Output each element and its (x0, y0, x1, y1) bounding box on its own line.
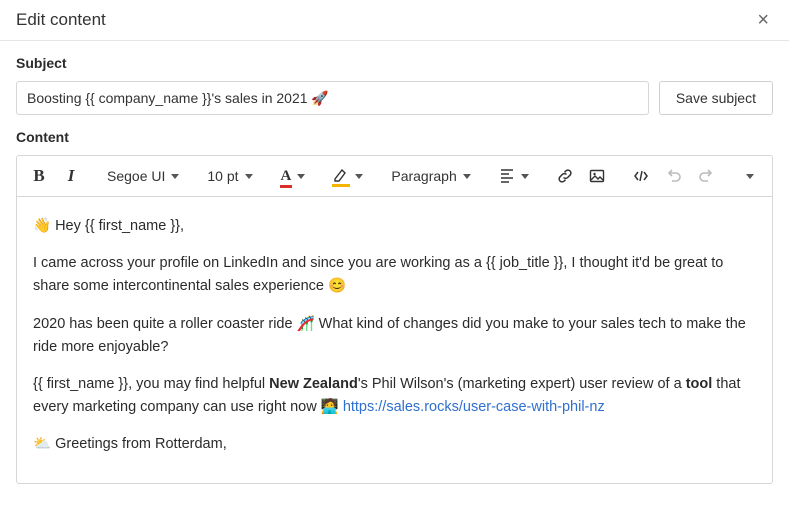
font-size-value: 10 pt (207, 168, 238, 184)
undo-button[interactable] (660, 162, 688, 190)
body-bold: tool (686, 376, 713, 392)
block-format-dropdown[interactable]: Paragraph (385, 162, 476, 190)
image-icon (589, 168, 605, 184)
align-dropdown[interactable] (493, 162, 535, 190)
image-button[interactable] (583, 162, 611, 190)
body-text: 's Phil Wilson's (marketing expert) user… (358, 376, 686, 392)
link-icon (557, 168, 573, 184)
editor-body[interactable]: 👋 Hey {{ first_name }}, I came across yo… (17, 197, 772, 483)
body-paragraph: ⛅ Greetings from Rotterdam, (33, 433, 756, 456)
body-paragraph: 👋 Hey {{ first_name }}, (33, 215, 756, 238)
subject-label: Subject (0, 41, 789, 81)
redo-icon (698, 168, 714, 184)
content-label: Content (0, 115, 789, 155)
redo-button[interactable] (692, 162, 720, 190)
highlight-color-dropdown[interactable] (327, 162, 369, 190)
modal-title: Edit content (16, 10, 106, 30)
bold-button[interactable]: B (25, 162, 53, 190)
subject-row: Save subject (0, 81, 789, 115)
font-family-dropdown[interactable]: Segoe UI (101, 162, 185, 190)
chevron-down-icon (355, 174, 363, 179)
body-paragraph: 2020 has been quite a roller coaster rid… (33, 313, 756, 359)
modal-header: Edit content × (0, 0, 789, 41)
body-paragraph: {{ first_name }}, you may find helpful N… (33, 373, 756, 419)
chevron-down-icon (521, 174, 529, 179)
more-toolbar-button[interactable] (736, 162, 764, 190)
chevron-down-icon (245, 174, 253, 179)
chevron-down-icon (746, 174, 754, 179)
editor-toolbar: B I Segoe UI 10 pt A (17, 156, 772, 197)
block-format-value: Paragraph (391, 168, 456, 184)
body-paragraph: I came across your profile on LinkedIn a… (33, 252, 756, 298)
text-color-dropdown[interactable]: A (275, 162, 312, 190)
font-family-value: Segoe UI (107, 168, 165, 184)
body-bold: New Zealand (269, 376, 358, 392)
text-color-icon: A (281, 168, 292, 185)
body-link[interactable]: https://sales.rocks/user-case-with-phil-… (343, 399, 605, 415)
edit-content-modal: Edit content × Subject Save subject Cont… (0, 0, 789, 505)
italic-button[interactable]: I (57, 162, 85, 190)
highlight-icon (333, 169, 349, 183)
close-icon[interactable]: × (753, 10, 773, 30)
code-view-button[interactable] (627, 162, 655, 190)
font-size-dropdown[interactable]: 10 pt (201, 162, 258, 190)
link-button[interactable] (551, 162, 579, 190)
subject-input[interactable] (16, 81, 649, 115)
chevron-down-icon (297, 174, 305, 179)
align-left-icon (499, 168, 515, 184)
body-text: {{ first_name }}, you may find helpful (33, 376, 269, 392)
code-icon (633, 168, 649, 184)
save-subject-button[interactable]: Save subject (659, 81, 773, 115)
chevron-down-icon (171, 174, 179, 179)
undo-icon (666, 168, 682, 184)
chevron-down-icon (463, 174, 471, 179)
editor: B I Segoe UI 10 pt A (16, 155, 773, 484)
